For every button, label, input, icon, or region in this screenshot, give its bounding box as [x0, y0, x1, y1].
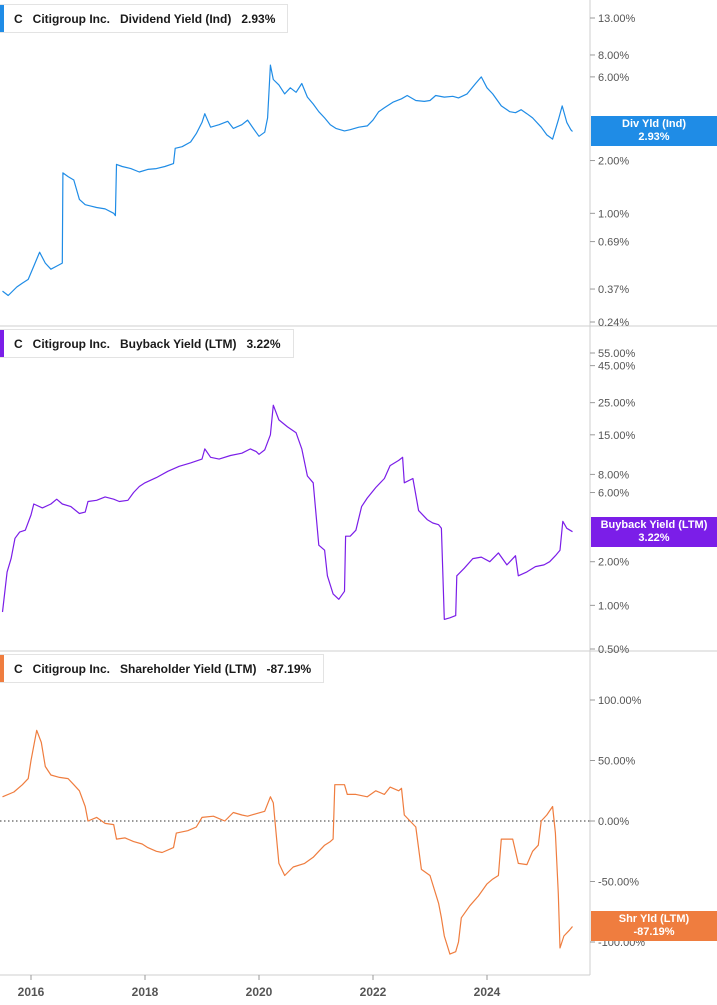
legend-value: 2.93% — [241, 11, 276, 26]
flag-label: Shr Yld (LTM) — [618, 913, 690, 926]
y-tick-label: 50.00% — [598, 756, 636, 768]
flag-label: Buyback Yield (LTM) — [600, 518, 708, 531]
y-tick-label: 13.00% — [598, 13, 636, 25]
legend-swatch — [0, 330, 4, 357]
series-line-dividend-yield-ind- — [2, 64, 573, 297]
legend-company: Citigroup Inc. — [32, 11, 110, 26]
y-tick-label: 1.00% — [598, 600, 629, 612]
legend-ticker: C — [14, 336, 23, 351]
legend-company: Citigroup Inc. — [32, 661, 110, 676]
y-tick-label: 0.37% — [598, 284, 629, 296]
legend-metric: Shareholder Yield (LTM) — [120, 661, 257, 676]
y-tick-label: 0.24% — [598, 317, 629, 329]
y-tick-label: 55.00% — [598, 348, 636, 360]
legend-buyback-yield: C Citigroup Inc. Buyback Yield (LTM) 3.2… — [0, 329, 294, 358]
x-tick-label: 2024 — [474, 985, 501, 999]
value-flag-buyback-yield: Buyback Yield (LTM) 3.22% — [591, 516, 717, 547]
series-line-buyback-yield-ltm- — [1, 404, 573, 620]
legend-value: 3.22% — [246, 336, 281, 351]
series-line-shareholder-yield-ltm- — [2, 729, 573, 955]
legend-ticker: C — [14, 661, 23, 676]
legend-dividend-yield: C Citigroup Inc. Dividend Yield (Ind) 2.… — [0, 4, 289, 33]
y-tick-label: 0.50% — [598, 644, 629, 656]
y-tick-label: -50.00% — [598, 877, 639, 889]
flag-value: 2.93% — [638, 131, 670, 144]
y-tick-label: 100.00% — [598, 695, 642, 707]
y-tick-label: 8.00% — [598, 50, 629, 62]
legend-metric: Buyback Yield (LTM) — [120, 336, 237, 351]
y-tick-label: 0.00% — [598, 816, 629, 828]
flag-value: 3.22% — [638, 531, 670, 544]
flag-label: Div Yld (Ind) — [622, 118, 686, 131]
y-tick-label: 2.00% — [598, 156, 629, 168]
x-tick-label: 2018 — [132, 985, 159, 999]
x-tick-label: 2020 — [246, 985, 273, 999]
flag-value: -87.19% — [633, 926, 675, 939]
y-tick-label: 25.00% — [598, 398, 636, 410]
legend-ticker: C — [14, 11, 23, 26]
y-tick-label: 1.00% — [598, 208, 629, 220]
legend-swatch — [0, 655, 4, 682]
y-tick-label: 45.00% — [598, 361, 636, 373]
value-flag-dividend-yield: Div Yld (Ind) 2.93% — [591, 116, 717, 147]
y-tick-label: 0.69% — [598, 237, 629, 249]
chart-canvas: 13.00% 8.00% 6.00% 2.00% 1.00% 0.69% 0.37% 0.24… — [0, 0, 717, 999]
y-tick-label: 6.00% — [598, 488, 629, 500]
x-tick-label: 2016 — [18, 985, 45, 999]
y-tick-label: 8.00% — [598, 469, 629, 481]
x-tick-label: 2022 — [360, 985, 387, 999]
legend-value: -87.19% — [266, 661, 312, 676]
legend-metric: Dividend Yield (Ind) — [120, 11, 232, 26]
y-tick-label: 2.00% — [598, 557, 629, 569]
value-flag-shareholder-yield: Shr Yld (LTM) -87.19% — [591, 911, 717, 942]
legend-swatch — [0, 5, 4, 32]
y-tick-label: 6.00% — [598, 72, 629, 84]
y-tick-label: 15.00% — [598, 430, 636, 442]
legend-company: Citigroup Inc. — [32, 336, 110, 351]
legend-shareholder-yield: C Citigroup Inc. Shareholder Yield (LTM)… — [0, 654, 325, 683]
